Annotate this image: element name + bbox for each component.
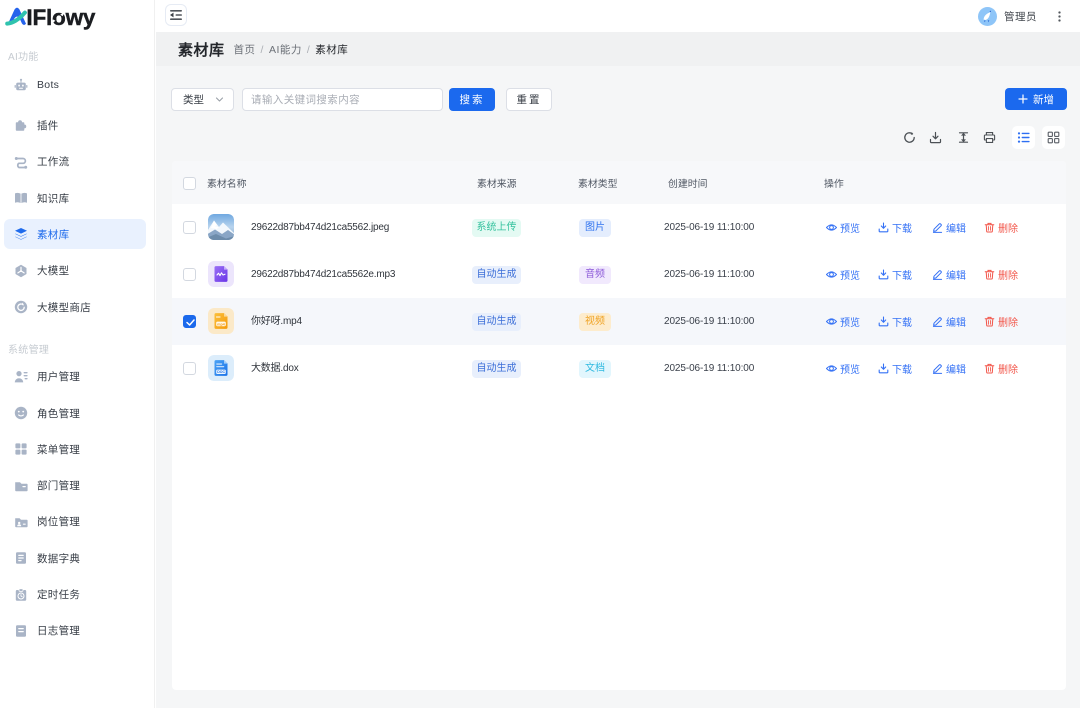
svg-text:mp4: mp4 [217, 322, 224, 326]
svg-text:DOC: DOC [217, 370, 225, 374]
svg-text:IFlowy: IFlowy [26, 5, 95, 30]
